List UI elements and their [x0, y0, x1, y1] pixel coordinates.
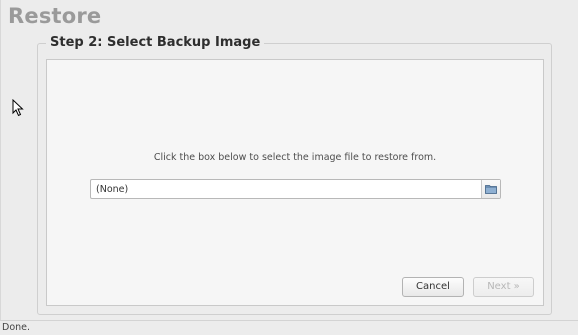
browse-button[interactable] [481, 180, 500, 198]
step-title: Step 2: Select Backup Image [46, 35, 265, 50]
folder-icon [485, 185, 497, 194]
image-file-picker[interactable]: (None) [90, 179, 501, 199]
mouse-pointer-icon [12, 99, 24, 117]
instruction-text: Click the box below to select the image … [153, 152, 437, 163]
status-bar: Done. [0, 320, 578, 335]
window-edge [0, 0, 1, 320]
app-title: Restore [8, 4, 102, 28]
cancel-button[interactable]: Cancel [402, 277, 464, 297]
content-panel: Click the box below to select the image … [46, 59, 544, 306]
file-picker-value[interactable]: (None) [91, 184, 481, 195]
next-button[interactable]: Next » [473, 277, 534, 297]
status-text: Done. [2, 322, 31, 333]
